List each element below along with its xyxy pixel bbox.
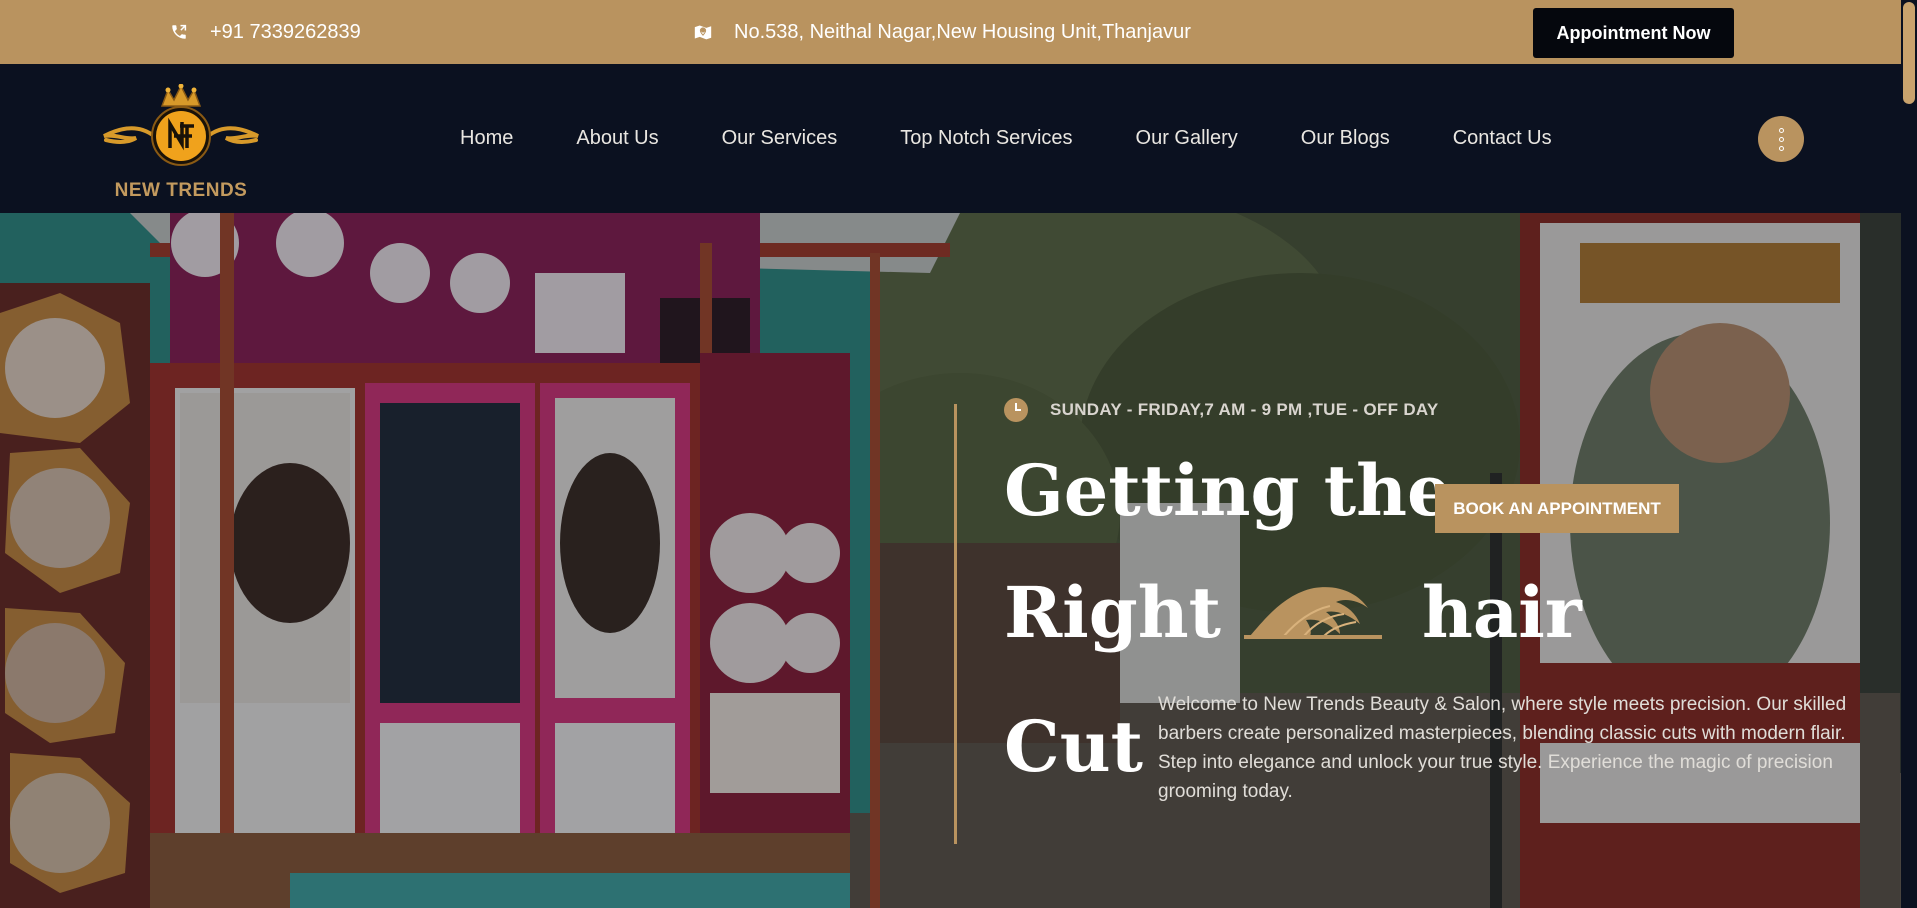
- more-vertical-icon[interactable]: [1758, 116, 1804, 162]
- nav-contact-us[interactable]: Contact Us: [1453, 127, 1552, 150]
- appointment-now-button[interactable]: Appointment Now: [1533, 8, 1734, 58]
- nav-top-notch-services[interactable]: Top Notch Services: [900, 127, 1072, 150]
- brand-name: NEW TRENDS: [114, 180, 248, 201]
- top-info-bar: +91 7339262839 No.538, Neithal Nagar,New…: [0, 0, 1901, 64]
- address-contact: No.538, Neithal Nagar,New Housing Unit,T…: [690, 0, 1191, 64]
- opening-hours-text: SUNDAY - FRIDAY,7 AM - 9 PM ,TUE - OFF D…: [1050, 400, 1439, 419]
- phone-number: +91 7339262839: [210, 20, 361, 43]
- hair-brush-icon: [1244, 580, 1384, 645]
- nav-about-us[interactable]: About Us: [576, 127, 658, 150]
- crown-logo-icon: [103, 84, 259, 166]
- nav-our-gallery[interactable]: Our Gallery: [1136, 127, 1238, 150]
- hero-heading-line-1: Getting the: [1004, 449, 1452, 532]
- book-appointment-button[interactable]: BOOK AN APPOINTMENT: [1435, 484, 1679, 533]
- hero-accent-line: [954, 404, 957, 844]
- hero-heading-line-3: Cut: [1004, 705, 1143, 788]
- address-text: No.538, Neithal Nagar,New Housing Unit,T…: [734, 20, 1191, 43]
- phone-icon: [166, 19, 192, 45]
- opening-hours: SUNDAY - FRIDAY,7 AM - 9 PM ,TUE - OFF D…: [1004, 398, 1439, 422]
- nav-our-services[interactable]: Our Services: [722, 127, 838, 150]
- hero-description: Welcome to New Trends Beauty & Salon, wh…: [1158, 694, 1847, 802]
- clock-icon: [1004, 398, 1028, 422]
- map-icon: [690, 19, 716, 45]
- phone-contact[interactable]: +91 7339262839: [166, 0, 361, 64]
- page-scrollbar-track[interactable]: [1901, 0, 1917, 908]
- hero-heading-line-2b: hair: [1422, 571, 1582, 654]
- hero-heading-line-2a: Right: [1004, 571, 1221, 654]
- nav-our-blogs[interactable]: Our Blogs: [1301, 127, 1390, 150]
- nav-home[interactable]: Home: [460, 127, 513, 150]
- primary-nav: Home About Us Our Services Top Notch Ser…: [460, 64, 1552, 213]
- brand-logo[interactable]: NEW TRENDS: [96, 84, 266, 208]
- page-scrollbar-thumb[interactable]: [1903, 2, 1915, 104]
